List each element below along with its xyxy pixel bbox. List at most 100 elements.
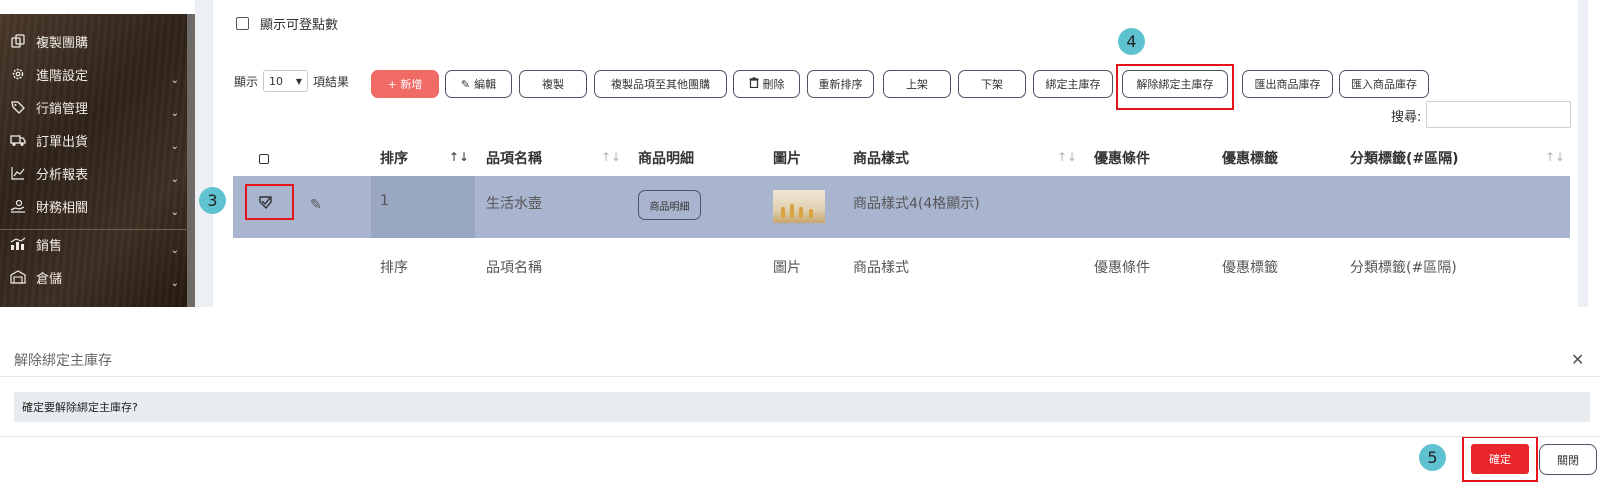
- line-chart-icon: [8, 163, 28, 183]
- delete-button[interactable]: 刪除: [733, 70, 800, 98]
- highlight-row-checkbox: [245, 184, 294, 220]
- header-select-all-checkbox[interactable]: [259, 154, 269, 164]
- publish-button-label: 上架: [906, 78, 928, 91]
- copy-to-other-group-button[interactable]: 複製品項至其他團購: [594, 70, 727, 98]
- bar-chart-icon: [8, 234, 28, 254]
- footer-promo: 優惠條件: [1094, 260, 1150, 276]
- sidebar-item-label: 複製團購: [36, 35, 89, 51]
- highlight-unbind-button: [1116, 64, 1234, 110]
- modal-footer-divider: [0, 436, 1600, 437]
- page-size-value: 10: [269, 74, 284, 88]
- export-stock-button[interactable]: 匯出商品庫存: [1242, 70, 1333, 98]
- header-order[interactable]: 排序: [380, 148, 408, 168]
- product-image: [773, 190, 825, 223]
- product-detail-label: 商品明細: [649, 201, 690, 213]
- modal-divider: [0, 376, 1600, 377]
- sidebar-item-label: 財務相關: [36, 200, 89, 216]
- sidebar-item-warehouse[interactable]: 倉儲 ⌄: [8, 264, 183, 290]
- close-button-label: 關閉: [1557, 453, 1579, 467]
- add-button[interactable]: + 新增: [371, 70, 439, 98]
- header-style[interactable]: 商品樣式: [853, 148, 909, 168]
- row-name: 生活水壺: [486, 196, 542, 212]
- show-points-option[interactable]: 顯示可登點數: [236, 14, 338, 33]
- publish-button[interactable]: 上架: [883, 70, 951, 98]
- header-promo: 優惠條件: [1094, 151, 1150, 167]
- footer-image: 圖片: [773, 260, 801, 276]
- unpublish-button[interactable]: 下架: [958, 70, 1026, 98]
- sidebar-item-reports[interactable]: 分析報表 ⌄: [8, 160, 183, 186]
- export-stock-label: 匯出商品庫存: [1254, 78, 1321, 91]
- chevron-down-icon: ⌄: [170, 174, 179, 185]
- sidebar-item-label: 分析報表: [36, 167, 89, 183]
- header-name[interactable]: 品項名稱: [486, 148, 542, 168]
- page: 複製團購 進階設定 ⌄ 行銷管理 ⌄ 訂單出貨 ⌄ 分析報表 ⌄ 財務相關 ⌄ …: [0, 0, 1600, 489]
- modal-message-text: 確定要解除綁定主庫存?: [22, 401, 138, 414]
- main-gutter: [195, 0, 213, 307]
- page-size-control: 顯示 10 ▼ 項結果: [234, 70, 349, 92]
- bind-main-label: 綁定主庫存: [1045, 78, 1101, 91]
- confirm-button[interactable]: 確定: [1471, 444, 1529, 474]
- sort-icon[interactable]: ↑↓: [601, 150, 621, 164]
- close-button[interactable]: 關閉: [1539, 444, 1597, 475]
- tag-icon: [8, 97, 28, 117]
- edit-button-label: 編輯: [474, 78, 497, 91]
- header-category[interactable]: 分類標籤(#區隔): [1350, 148, 1459, 168]
- header-image: 圖片: [773, 151, 801, 167]
- row-style: 商品樣式4(4格顯示): [853, 196, 980, 212]
- sidebar-item-order-shipping[interactable]: 訂單出貨 ⌄: [8, 127, 183, 153]
- truck-icon: [8, 130, 28, 150]
- row-edit-pencil-icon[interactable]: ✎: [310, 197, 322, 213]
- copy-button-label: 複製: [542, 78, 564, 91]
- copy-to-other-label: 複製品項至其他團購: [611, 78, 710, 91]
- footer-style: 商品樣式: [853, 260, 909, 276]
- show-label: 顯示: [234, 74, 259, 89]
- import-stock-label: 匯入商品庫存: [1351, 78, 1417, 91]
- sidebar-item-label: 進階設定: [36, 68, 89, 84]
- show-points-checkbox[interactable]: [236, 17, 249, 30]
- chevron-down-icon: ⌄: [170, 108, 179, 119]
- sort-icon[interactable]: ↑↓: [1057, 150, 1077, 164]
- chevron-down-icon: ⌄: [170, 141, 179, 152]
- copy-icon: [8, 31, 28, 51]
- unpublish-button-label: 下架: [981, 78, 1003, 91]
- step-badge-4: 4: [1118, 28, 1145, 55]
- header-promo-tag: 優惠標籤: [1222, 151, 1278, 167]
- sort-asc-icon[interactable]: ↑↓: [449, 150, 469, 164]
- gear-icon: [8, 64, 28, 84]
- modal-title: 解除綁定主庫存: [14, 353, 112, 369]
- footer-promo-tag: 優惠標籤: [1222, 260, 1278, 276]
- bind-main-stock-button[interactable]: 綁定主庫存: [1033, 70, 1113, 98]
- trash-icon: [749, 77, 759, 91]
- sidebar: 複製團購 進階設定 ⌄ 行銷管理 ⌄ 訂單出貨 ⌄ 分析報表 ⌄ 財務相關 ⌄ …: [0, 14, 195, 307]
- sidebar-divider: [0, 229, 195, 230]
- edit-button[interactable]: ✎ 編輯: [445, 70, 512, 98]
- sidebar-item-label: 銷售: [36, 238, 63, 254]
- add-button-label: + 新增: [387, 78, 423, 91]
- search-label: 搜尋:: [1391, 110, 1422, 125]
- results-label: 項結果: [313, 74, 350, 89]
- delete-button-label: 刪除: [762, 78, 785, 91]
- import-stock-button[interactable]: 匯入商品庫存: [1339, 70, 1429, 98]
- step-badge-5: 5: [1419, 444, 1446, 471]
- search-input[interactable]: [1426, 101, 1571, 128]
- reorder-button[interactable]: 重新排序: [807, 70, 874, 98]
- footer-order: 排序: [380, 260, 408, 276]
- sidebar-item-label: 行銷管理: [36, 101, 89, 117]
- pencil-icon: ✎: [460, 77, 471, 91]
- sidebar-item-label: 訂單出貨: [36, 134, 89, 150]
- chevron-down-icon: ⌄: [170, 245, 179, 256]
- sort-icon[interactable]: ↑↓: [1545, 150, 1565, 164]
- close-icon[interactable]: ✕: [1571, 350, 1584, 369]
- chevron-down-icon: ⌄: [170, 75, 179, 86]
- sidebar-item-sales[interactable]: 銷售 ⌄: [8, 231, 183, 257]
- sidebar-item-finance[interactable]: 財務相關 ⌄: [8, 193, 183, 219]
- sidebar-item-copy-group[interactable]: 複製團購: [8, 28, 183, 54]
- chevron-down-icon: ⌄: [170, 207, 179, 218]
- header-detail: 商品明細: [638, 151, 694, 167]
- sidebar-item-marketing[interactable]: 行銷管理 ⌄: [8, 94, 183, 120]
- warehouse-icon: [8, 267, 28, 287]
- page-size-select[interactable]: 10 ▼: [263, 70, 309, 92]
- sidebar-item-advanced-settings[interactable]: 進階設定 ⌄: [8, 61, 183, 87]
- product-detail-button[interactable]: 商品明細: [638, 190, 701, 220]
- copy-button[interactable]: 複製: [519, 70, 587, 98]
